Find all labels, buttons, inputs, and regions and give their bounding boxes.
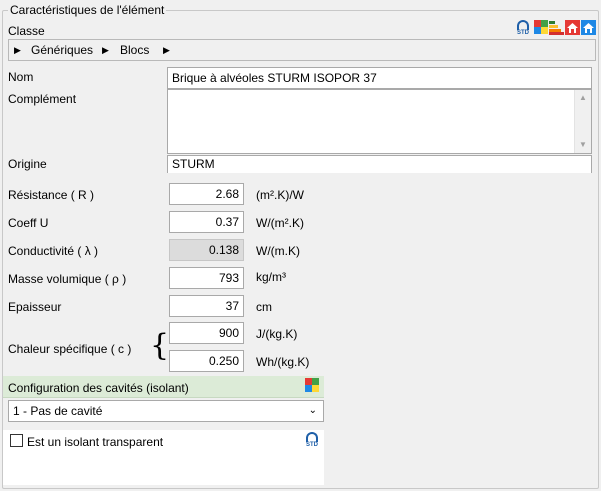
- coeff-u-input[interactable]: 0.37: [169, 211, 244, 233]
- resistance-unit: (m².K)/W: [256, 188, 304, 202]
- epaisseur-input[interactable]: 37: [169, 295, 244, 317]
- chaleur-j-input[interactable]: 900: [169, 322, 244, 344]
- chevron-down-icon[interactable]: ⌄: [309, 401, 317, 421]
- breadcrumb-item-generiques[interactable]: Génériques: [31, 43, 93, 57]
- conductivite-value: 0.138: [169, 239, 244, 261]
- coeff-u-unit: W/(m².K): [256, 216, 304, 230]
- complement-textarea[interactable]: ▲ ▼: [167, 89, 592, 154]
- isolant-transparent-checkbox[interactable]: [10, 434, 23, 447]
- house-blue-icon[interactable]: [581, 20, 596, 35]
- house-red-icon[interactable]: [565, 20, 580, 35]
- resistance-input[interactable]: 2.68: [169, 183, 244, 205]
- cavites-selected-value: 1 - Pas de cavité: [13, 404, 103, 418]
- cavites-title: Configuration des cavités (isolant): [8, 381, 189, 395]
- energy-bars-icon[interactable]: [549, 20, 564, 35]
- complement-scrollbar[interactable]: ▲ ▼: [574, 90, 591, 153]
- std-logo-icon[interactable]: STD: [513, 20, 533, 40]
- chevron-right-icon[interactable]: ▶: [102, 45, 109, 56]
- scroll-down-icon[interactable]: ▼: [575, 137, 591, 153]
- chaleur-wh-unit: Wh/(kg.K): [256, 355, 310, 369]
- classe-label: Classe: [8, 24, 45, 38]
- resistance-label: Résistance ( R ): [8, 188, 95, 202]
- cavites-header: Configuration des cavités (isolant): [3, 376, 324, 398]
- group-title: Caractéristiques de l'élément: [8, 3, 167, 17]
- complement-label: Complément: [8, 92, 77, 106]
- conductivite-unit: W/(m.K): [256, 244, 300, 258]
- class-breadcrumb: ▶ Génériques ▶ Blocs ▶: [8, 39, 596, 61]
- cavites-select[interactable]: 1 - Pas de cavité ⌄: [8, 400, 324, 422]
- scroll-up-icon[interactable]: ▲: [575, 90, 591, 106]
- nom-input[interactable]: Brique à alvéoles STURM ISOPOR 37: [167, 67, 592, 89]
- chevron-right-icon[interactable]: ▶: [14, 45, 21, 56]
- masse-input[interactable]: 793: [169, 267, 244, 289]
- chaleur-wh-input[interactable]: 0.250: [169, 350, 244, 372]
- masse-label: Masse volumique ( ρ ): [8, 272, 127, 286]
- isolant-transparent-label: Est un isolant transparent: [27, 435, 164, 449]
- origine-label: Origine: [8, 157, 47, 171]
- std-logo-icon[interactable]: STD: [302, 432, 322, 452]
- coeff-u-label: Coeff U: [8, 216, 49, 230]
- origine-input[interactable]: STURM: [167, 155, 592, 173]
- masse-unit: kg/m³: [256, 270, 286, 284]
- nom-label: Nom: [8, 70, 34, 84]
- color-mosaic-icon[interactable]: [534, 20, 548, 34]
- conductivite-label: Conductivité ( λ ): [8, 244, 99, 258]
- epaisseur-unit: cm: [256, 300, 272, 314]
- chevron-right-icon[interactable]: ▶: [163, 45, 170, 56]
- chaleur-j-unit: J/(kg.K): [256, 327, 298, 341]
- chaleur-label: Chaleur spécifique ( c ): [8, 342, 132, 356]
- epaisseur-label: Epaisseur: [8, 300, 62, 314]
- curly-brace: {: [150, 328, 170, 363]
- breadcrumb-item-blocs[interactable]: Blocs: [120, 43, 149, 57]
- color-mosaic-icon[interactable]: [305, 378, 319, 392]
